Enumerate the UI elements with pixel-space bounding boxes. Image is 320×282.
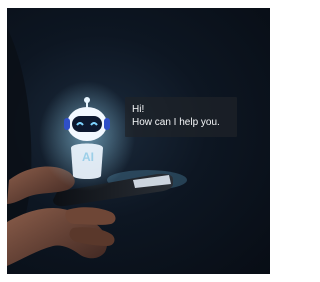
scene xyxy=(7,28,187,268)
antenna-tip xyxy=(84,97,90,103)
chat-bubble: Hi! How can I help you. xyxy=(125,97,237,137)
chat-bubble-line2: How can I help you. xyxy=(132,117,220,128)
finger xyxy=(65,207,116,225)
chat-bubble-line1: Hi! xyxy=(132,104,145,115)
robot-chest-label: AI xyxy=(82,150,94,164)
photo-frame: AI Hi! How can I help you. xyxy=(7,8,270,274)
